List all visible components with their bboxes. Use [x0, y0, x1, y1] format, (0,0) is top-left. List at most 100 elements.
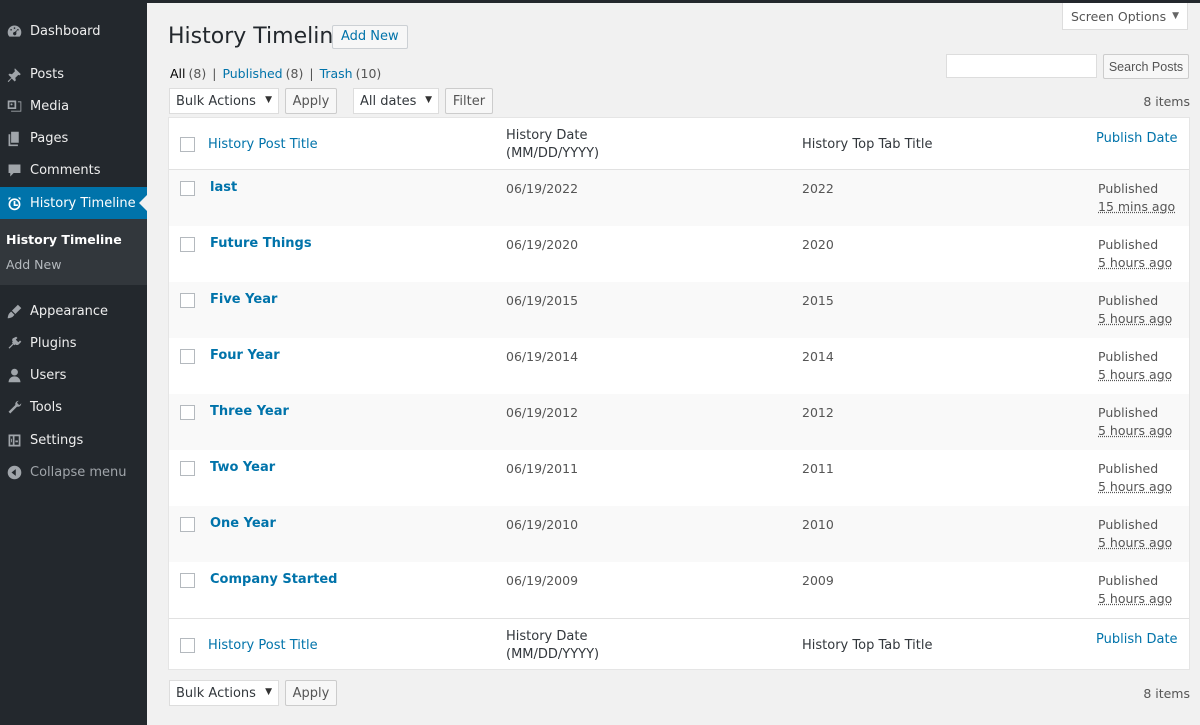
sidebar-item-tools[interactable]: Tools	[0, 391, 147, 423]
sidebar-item-label: Settings	[30, 432, 84, 448]
tab-title-cell: 2012	[802, 405, 834, 420]
row-checkbox[interactable]	[180, 517, 195, 532]
publish-date-cell: Published 5 hours ago	[1098, 236, 1172, 272]
tab-title-cell: 2011	[802, 461, 834, 476]
publish-status: Published	[1098, 517, 1159, 532]
screen-options-label: Screen Options	[1070, 8, 1167, 24]
publish-status: Published	[1098, 349, 1159, 364]
tab-title-cell: 2014	[802, 349, 834, 364]
sidebar-item-plugins[interactable]: Plugins	[0, 327, 147, 359]
row-checkbox[interactable]	[180, 293, 195, 308]
post-title-link[interactable]: last	[210, 180, 237, 195]
submenu-item-history-timeline[interactable]: History Timeline	[6, 232, 122, 247]
search-posts-input[interactable]	[946, 54, 1097, 78]
publish-status: Published	[1098, 181, 1159, 196]
publish-status: Published	[1098, 405, 1159, 420]
sidebar-item-users[interactable]: Users	[0, 359, 147, 391]
column-header-publish-date[interactable]: Publish Date	[1096, 131, 1178, 147]
history-date-cell: 06/19/2009	[506, 573, 579, 588]
post-title-link[interactable]: Four Year	[210, 348, 280, 363]
bulk-actions-select-top[interactable]: Bulk Actions ▼	[169, 88, 279, 114]
publish-date-cell: Published 15 mins ago	[1098, 180, 1175, 216]
post-title-link[interactable]: Company Started	[210, 572, 337, 587]
history-date-cell: 06/19/2012	[506, 405, 579, 420]
row-checkbox[interactable]	[180, 237, 195, 252]
submenu-item-add-new[interactable]: Add New	[6, 257, 61, 272]
sidebar-item-media[interactable]: Media	[0, 90, 147, 122]
collapse-menu-button[interactable]: Collapse menu	[0, 456, 147, 488]
row-checkbox[interactable]	[180, 349, 195, 364]
row-checkbox[interactable]	[180, 405, 195, 420]
column-header-date-line1: History Date	[506, 128, 588, 143]
table-row: Two Year 06/19/2011 2011 Published 5 hours a…	[169, 450, 1189, 506]
post-title-link[interactable]: Three Year	[210, 404, 289, 419]
filter-button[interactable]: Filter	[445, 88, 493, 114]
screen-options-button[interactable]: Screen Options ▼	[1062, 3, 1188, 30]
add-new-button[interactable]: Add New	[332, 25, 408, 49]
publish-time-ago: 5 hours ago	[1098, 255, 1173, 270]
search-posts-button[interactable]: Search Posts	[1103, 54, 1189, 79]
caret-down-icon: ▼	[1172, 11, 1180, 21]
column-header-tab-title: History Top Tab Title	[802, 137, 933, 152]
all-dates-select[interactable]: All dates ▼	[353, 88, 439, 114]
publish-time-ago: 5 hours ago	[1098, 423, 1173, 438]
table-row: Future Things 06/19/2020 2020 Published 5 ho…	[169, 226, 1189, 282]
status-filter-links: All (8) | Published (8) | Trash (10)	[170, 66, 381, 81]
select-all-checkbox-footer[interactable]	[180, 638, 195, 653]
tab-title-cell: 2015	[802, 293, 834, 308]
row-checkbox[interactable]	[180, 461, 195, 476]
all-dates-value: All dates	[360, 93, 417, 109]
row-checkbox[interactable]	[180, 181, 195, 196]
tab-title-cell: 2022	[802, 181, 834, 196]
column-footer-tab-title: History Top Tab Title	[802, 638, 933, 653]
apply-button-bottom[interactable]: Apply	[285, 680, 337, 706]
column-header-title[interactable]: History Post Title	[208, 137, 318, 153]
sidebar-item-label: Posts	[30, 66, 64, 82]
post-title-link[interactable]: Future Things	[210, 236, 312, 251]
history-date-cell: 06/19/2022	[506, 181, 579, 196]
bulk-actions-select-bottom[interactable]: Bulk Actions ▼	[169, 680, 279, 706]
filter-all-link[interactable]: All	[170, 66, 186, 81]
dropdown-arrow-icon: ▼	[265, 95, 272, 105]
column-footer-publish-date[interactable]: Publish Date	[1096, 632, 1178, 648]
filter-separator: |	[212, 66, 217, 81]
publish-status: Published	[1098, 237, 1159, 252]
pin-icon	[4, 64, 24, 84]
post-title-link[interactable]: One Year	[210, 516, 276, 531]
row-checkbox[interactable]	[180, 573, 195, 588]
plugin-icon	[4, 333, 24, 353]
apply-button-top[interactable]: Apply	[285, 88, 337, 114]
dropdown-arrow-icon: ▼	[265, 687, 272, 697]
filter-trash-link[interactable]: Trash	[320, 66, 353, 81]
dropdown-arrow-icon: ▼	[425, 95, 432, 105]
post-title-link[interactable]: Two Year	[210, 460, 275, 475]
table-header: History Post Title History Date (MM/DD/Y…	[169, 118, 1189, 170]
table-row: Five Year 06/19/2015 2015 Published 5 hours …	[169, 282, 1189, 338]
table-footer: History Post Title History Date (MM/DD/Y…	[169, 618, 1189, 670]
sidebar-item-settings[interactable]: Settings	[0, 424, 147, 456]
sidebar-item-comments[interactable]: Comments	[0, 154, 147, 186]
table-row: One Year 06/19/2010 2010 Published 5 hours a…	[169, 506, 1189, 562]
publish-status: Published	[1098, 293, 1159, 308]
filter-published-link[interactable]: Published	[222, 66, 282, 81]
history-date-cell: 06/19/2011	[506, 461, 579, 476]
sidebar-item-label: Dashboard	[30, 23, 101, 39]
collapse-menu-label: Collapse menu	[30, 464, 127, 480]
tab-title-cell: 2020	[802, 237, 834, 252]
sidebar-item-appearance[interactable]: Appearance	[0, 295, 147, 327]
table-row: last 06/19/2022 2022 Published 15 mins ago	[169, 170, 1189, 226]
brush-icon	[4, 301, 24, 321]
publish-time-ago: 5 hours ago	[1098, 535, 1173, 550]
column-footer-title[interactable]: History Post Title	[208, 638, 318, 654]
sidebar-item-dashboard[interactable]: Dashboard	[0, 15, 147, 47]
post-title-link[interactable]: Five Year	[210, 292, 277, 307]
select-all-checkbox[interactable]	[180, 137, 195, 152]
sidebar-item-history-timeline[interactable]: History Timeline	[0, 187, 147, 219]
publish-time-ago: 15 mins ago	[1098, 199, 1176, 214]
history-date-cell: 06/19/2020	[506, 237, 579, 252]
sidebar-item-posts[interactable]: Posts	[0, 58, 147, 90]
items-count-top: 8 items	[1143, 94, 1190, 109]
top-bar	[0, 0, 1200, 3]
sidebar-item-pages[interactable]: Pages	[0, 122, 147, 154]
table-row: Three Year 06/19/2012 2012 Published 5 hours…	[169, 394, 1189, 450]
